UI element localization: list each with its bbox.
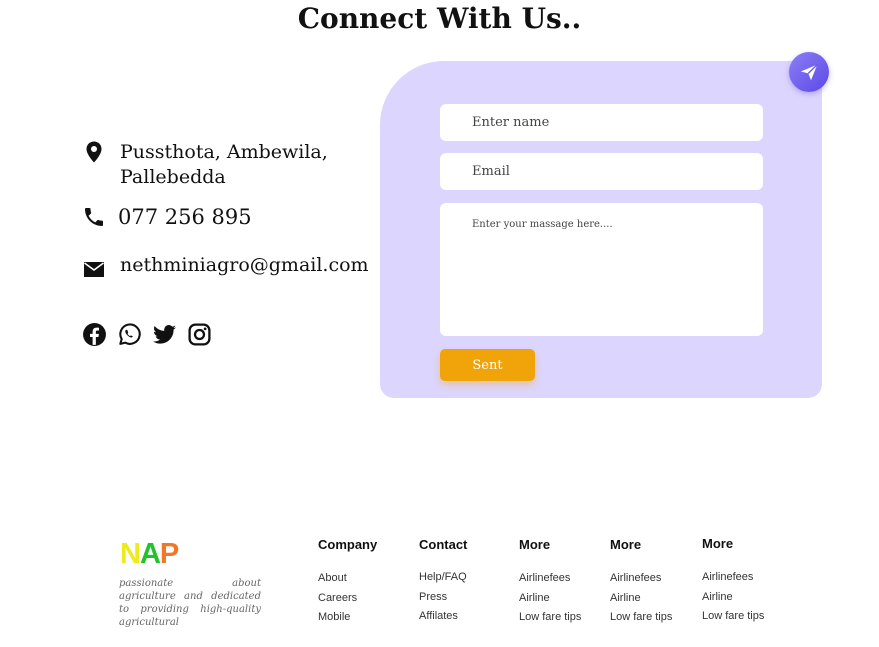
footer-column-title: Company xyxy=(318,537,378,552)
page-title: Connect With Us.. xyxy=(297,2,582,35)
name-input[interactable]: Enter name xyxy=(440,104,763,141)
footer-link[interactable]: Careers xyxy=(318,591,377,611)
footer-link[interactable]: Affilates xyxy=(419,609,467,629)
footer-column-more-2: More Airlinefees Airline Low fare tips xyxy=(610,537,672,630)
social-links xyxy=(82,322,212,347)
email-input[interactable]: Email xyxy=(440,153,763,190)
paper-plane-icon xyxy=(800,64,818,81)
send-badge[interactable] xyxy=(789,52,829,92)
footer-column-title: More xyxy=(702,536,734,551)
footer-column-more-1: More Airlinefees Airline Low fare tips xyxy=(519,537,581,630)
location-pin-icon xyxy=(86,141,102,163)
logo-letter-a: A xyxy=(139,538,161,570)
footer-link[interactable]: Airlinefees xyxy=(610,571,672,591)
footer-column-title: More xyxy=(519,537,551,552)
logo[interactable]: NAP xyxy=(120,538,179,571)
instagram-icon[interactable] xyxy=(187,322,212,347)
mail-icon xyxy=(84,262,104,277)
footer-link[interactable]: Low fare tips xyxy=(610,610,672,630)
email-text[interactable]: nethminiagro@gmail.com xyxy=(120,253,369,278)
message-textarea[interactable]: Enter your massage here.... xyxy=(440,203,763,336)
logo-letter-p: P xyxy=(159,538,179,570)
footer-link[interactable]: Press xyxy=(419,590,467,610)
footer-link[interactable]: Low fare tips xyxy=(702,609,764,629)
footer-link[interactable]: Mobile xyxy=(318,610,377,630)
footer-link[interactable]: About xyxy=(318,571,377,591)
logo-letter-n: N xyxy=(120,538,141,570)
footer-column-company: Company About Careers Mobile xyxy=(318,537,377,630)
footer-column-contact: Contact Help/FAQ Press Affilates xyxy=(419,537,467,629)
address-text: Pussthota, Ambewila, Pallebedda xyxy=(120,141,328,188)
footer-link[interactable]: Airline xyxy=(519,591,581,611)
phone-icon xyxy=(85,208,103,226)
address-row: Pussthota, Ambewila, Pallebedda xyxy=(82,140,350,190)
tagline: passionate about agriculture and dedicat… xyxy=(119,578,261,628)
footer-link[interactable]: Airlinefees xyxy=(702,570,764,590)
footer-link[interactable]: Airline xyxy=(610,591,672,611)
footer-link[interactable]: Airlinefees xyxy=(519,571,581,591)
facebook-icon[interactable] xyxy=(82,322,107,347)
footer-link[interactable]: Help/FAQ xyxy=(419,570,467,590)
phone-text: 077 256 895 xyxy=(118,205,252,229)
phone-row: 077 256 895 xyxy=(82,205,252,230)
send-button[interactable]: Sent xyxy=(440,349,535,381)
email-row: nethminiagro@gmail.com xyxy=(82,253,369,281)
whatsapp-icon[interactable] xyxy=(117,322,142,347)
footer-column-more-3: More Airlinefees Airline Low fare tips xyxy=(702,536,764,629)
footer-link[interactable]: Low fare tips xyxy=(519,610,581,630)
footer-link[interactable]: Airline xyxy=(702,590,764,610)
footer-column-title: More xyxy=(610,537,642,552)
twitter-icon[interactable] xyxy=(152,322,177,347)
footer-column-title: Contact xyxy=(419,537,468,552)
